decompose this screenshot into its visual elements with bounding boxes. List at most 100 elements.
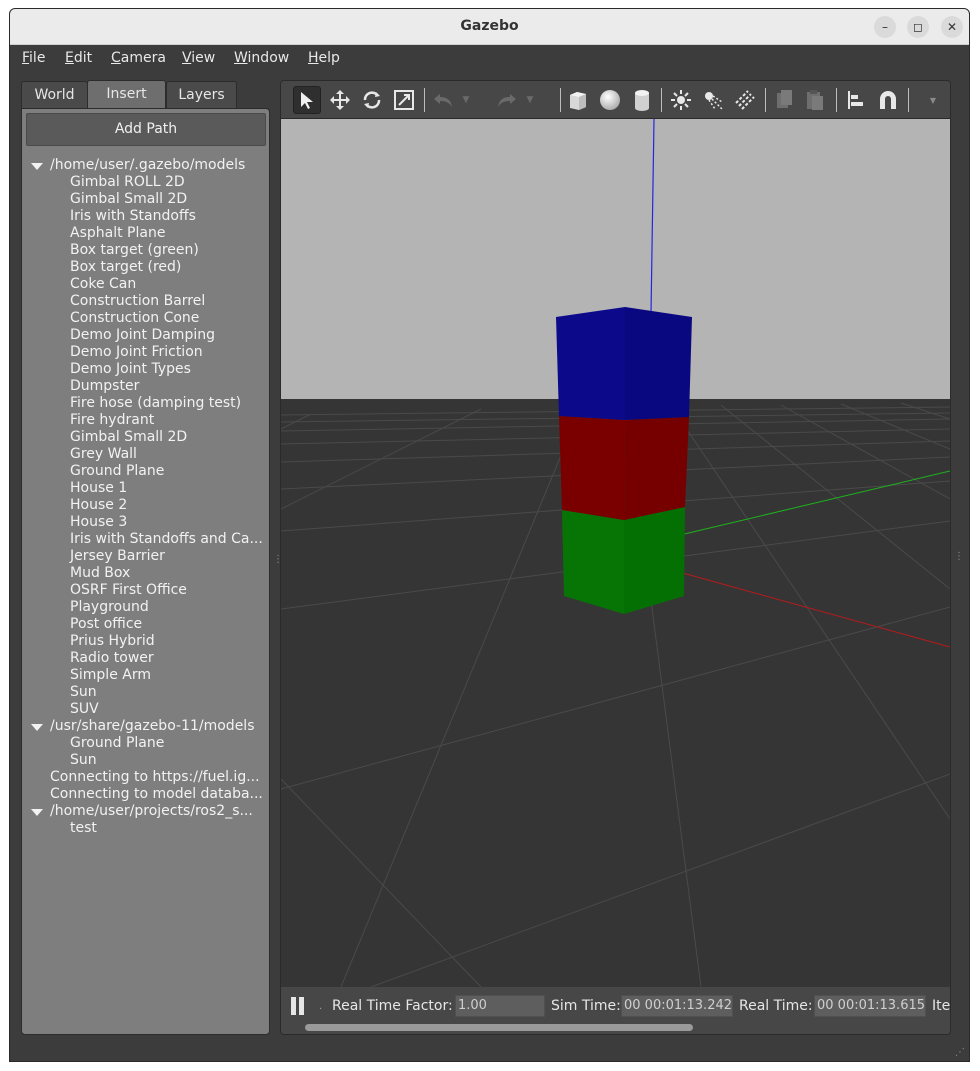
tree-model-item[interactable]: Gimbal Small 2D <box>22 191 271 208</box>
tree-status-item[interactable]: Connecting to https://fuel.ig... <box>22 769 271 786</box>
tree-model-item[interactable]: Radio tower <box>22 650 271 667</box>
redo-history-icon[interactable]: ▼ <box>523 86 537 114</box>
tree-model-item[interactable]: Ground Plane <box>22 463 271 480</box>
tree-model-item[interactable]: Gimbal ROLL 2D <box>22 174 271 191</box>
tree-model-item[interactable]: Iris with Standoffs and Ca... <box>22 531 271 548</box>
scale-mode-icon[interactable] <box>390 86 418 114</box>
sim-time-value: 00 00:01:13.242 <box>621 995 733 1017</box>
tree-model-item[interactable]: Fire hydrant <box>22 412 271 429</box>
tree-model-item[interactable]: Sun <box>22 752 271 769</box>
sphere-shape-icon[interactable] <box>596 86 624 114</box>
resize-grip-icon[interactable]: ⋰ <box>955 1047 965 1058</box>
blue-box <box>556 307 692 420</box>
minimize-button[interactable]: – <box>874 16 896 38</box>
tree-model-item[interactable]: Iris with Standoffs <box>22 208 271 225</box>
rotate-mode-icon[interactable] <box>358 86 386 114</box>
tree-model-item[interactable]: House 3 <box>22 514 271 531</box>
tree-model-item[interactable]: Demo Joint Types <box>22 361 271 378</box>
tree-model-item[interactable]: Prius Hybrid <box>22 633 271 650</box>
green-box <box>562 507 685 614</box>
tree-folder[interactable]: /usr/share/gazebo-11/models <box>22 718 271 735</box>
tree-model-item[interactable]: Ground Plane <box>22 735 271 752</box>
tree-item-label: SUV <box>70 701 99 717</box>
cylinder-shape-icon[interactable] <box>628 86 656 114</box>
tree-item-label: /home/user/.gazebo/models <box>50 157 246 173</box>
rtf-value: 1.00 <box>455 995 545 1017</box>
close-button[interactable]: ✕ <box>941 16 963 38</box>
undo-history-icon[interactable]: ▼ <box>459 86 473 114</box>
tree-item-label: Box target (green) <box>70 242 199 258</box>
add-path-button[interactable]: Add Path <box>26 113 266 146</box>
toolbar-overflow-icon[interactable]: ▼ <box>926 86 940 114</box>
tree-model-item[interactable]: Demo Joint Friction <box>22 344 271 361</box>
model-tree: /home/user/.gazebo/models Gimbal ROLL 2D G… <box>22 157 271 837</box>
expand-arrow-icon[interactable] <box>31 163 43 170</box>
tab-world[interactable]: World <box>21 81 88 109</box>
tree-item-label: Iris with Standoffs and Ca... <box>70 531 263 547</box>
expand-arrow-icon[interactable] <box>31 724 43 731</box>
tree-item-label: Grey Wall <box>70 446 137 462</box>
tree-item-label: Mud Box <box>70 565 131 581</box>
tree-model-item[interactable]: OSRF First Office <box>22 582 271 599</box>
select-mode-icon[interactable] <box>293 86 321 114</box>
tree-model-item[interactable]: Playground <box>22 599 271 616</box>
splitter-handle[interactable]: ⋮ <box>273 554 283 578</box>
tree-model-item[interactable]: Fire hose (damping test) <box>22 395 271 412</box>
tree-item-label: /usr/share/gazebo-11/models <box>50 718 255 734</box>
tree-item-label: Demo Joint Types <box>70 361 191 377</box>
pause-icon[interactable] <box>291 997 305 1015</box>
tree-model-item[interactable]: SUV <box>22 701 271 718</box>
expand-arrow-icon[interactable] <box>31 809 43 816</box>
box-shape-icon[interactable] <box>564 86 592 114</box>
point-light-icon[interactable] <box>667 86 695 114</box>
tree-model-item[interactable]: Demo Joint Damping <box>22 327 271 344</box>
tree-model-item[interactable]: test <box>22 820 271 837</box>
tree-model-item[interactable]: Box target (red) <box>22 259 271 276</box>
tab-layers[interactable]: Layers <box>166 81 237 109</box>
align-icon[interactable] <box>842 86 870 114</box>
menu-window[interactable]: Window <box>234 50 289 66</box>
menu-camera[interactable]: Camera <box>111 50 166 66</box>
tree-model-item[interactable]: Asphalt Plane <box>22 225 271 242</box>
tree-model-item[interactable]: Construction Barrel <box>22 293 271 310</box>
iterations-label: Ite <box>932 998 951 1014</box>
tree-folder[interactable]: /home/user/projects/ros2_s... <box>22 803 271 820</box>
tree-model-item[interactable]: Coke Can <box>22 276 271 293</box>
menu-view[interactable]: View <box>182 50 215 66</box>
insert-panel: Add Path /home/user/.gazebo/models Gimbal… <box>21 108 270 1035</box>
copy-icon[interactable] <box>771 86 799 114</box>
tree-model-item[interactable]: Box target (green) <box>22 242 271 259</box>
right-splitter-handle[interactable]: ⋮ <box>954 551 964 575</box>
menu-help[interactable]: Help <box>308 50 340 66</box>
tree-model-item[interactable]: Post office <box>22 616 271 633</box>
tab-insert[interactable]: Insert <box>87 80 166 110</box>
undo-icon[interactable] <box>429 86 457 114</box>
tree-model-item[interactable]: Construction Cone <box>22 310 271 327</box>
tree-model-item[interactable]: House 2 <box>22 497 271 514</box>
tree-model-item[interactable]: Dumpster <box>22 378 271 395</box>
menu-edit[interactable]: Edit <box>65 50 92 66</box>
tree-model-item[interactable]: Simple Arm <box>22 667 271 684</box>
tree-model-item[interactable]: Gimbal Small 2D <box>22 429 271 446</box>
tree-item-label: Asphalt Plane <box>70 225 166 241</box>
paste-icon[interactable] <box>801 86 829 114</box>
tree-model-item[interactable]: House 1 <box>22 480 271 497</box>
tree-model-item[interactable]: Grey Wall <box>22 446 271 463</box>
maximize-button[interactable]: ◻ <box>907 16 929 38</box>
tree-folder[interactable]: /home/user/.gazebo/models <box>22 157 271 174</box>
tree-item-label: Simple Arm <box>70 667 151 683</box>
tree-model-item[interactable]: Mud Box <box>22 565 271 582</box>
tree-model-item[interactable]: Sun <box>22 684 271 701</box>
translate-mode-icon[interactable] <box>326 86 354 114</box>
redo-icon[interactable] <box>493 86 521 114</box>
spot-light-icon[interactable] <box>699 86 727 114</box>
directional-light-icon[interactable] <box>731 86 759 114</box>
snap-magnet-icon[interactable] <box>874 86 902 114</box>
menu-file[interactable]: File <box>22 50 45 66</box>
real-time-label: Real Time: <box>739 998 813 1014</box>
tree-item-label: test <box>70 820 97 836</box>
tree-model-item[interactable]: Jersey Barrier <box>22 548 271 565</box>
tree-status-item[interactable]: Connecting to model databa... <box>22 786 271 803</box>
horizontal-scrollbar[interactable] <box>305 1024 693 1031</box>
3d-scene[interactable] <box>281 118 950 988</box>
